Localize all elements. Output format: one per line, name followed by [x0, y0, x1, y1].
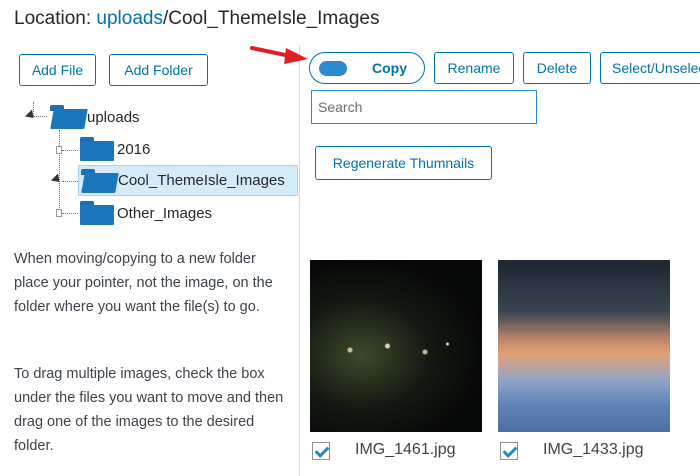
tree-connector: [62, 181, 78, 182]
expand-cool-themeisle-icon[interactable]: [50, 173, 64, 186]
tree-node-label: 2016: [117, 140, 151, 158]
file-checkbox[interactable]: [312, 442, 330, 460]
tree-node-cool-themeisle-images[interactable]: Cool_ThemeIsle_Images: [78, 165, 298, 196]
file-name: IMG_1433.jpg: [543, 441, 644, 458]
add-file-button[interactable]: Add File: [19, 54, 96, 86]
location-root-link[interactable]: uploads: [96, 8, 163, 29]
expander-2016-icon[interactable]: [56, 146, 62, 154]
copy-toggle[interactable]: Copy: [309, 52, 425, 84]
regenerate-thumbnails-button[interactable]: Regenerate Thumnails: [315, 146, 492, 180]
tree-connector: [62, 213, 78, 214]
copy-toggle-label: Copy: [372, 60, 407, 76]
add-folder-button[interactable]: Add Folder: [109, 54, 208, 86]
tree-node-label: Cool_ThemeIsle_Images: [118, 172, 285, 189]
expand-uploads-icon[interactable]: [24, 109, 38, 122]
thumbnail-lights: [320, 330, 470, 370]
select-unselect-button[interactable]: Select/Unselect: [600, 52, 700, 84]
location-label: Location:: [14, 8, 92, 29]
folder-icon: [80, 137, 114, 161]
folder-icon: [80, 201, 114, 225]
image-thumbnail-night-city[interactable]: [310, 260, 482, 432]
tree-node-label: uploads: [87, 108, 140, 126]
file-checkbox[interactable]: [500, 442, 518, 460]
tree-node-other-images[interactable]: Other_Images: [80, 200, 212, 226]
location-path: /Cool_ThemeIsle_Images: [162, 8, 380, 29]
toggle-switch-icon[interactable]: [319, 61, 347, 76]
tree-node-label: Other_Images: [117, 204, 213, 222]
tree-connector: [59, 130, 60, 214]
help-text-drag: To drag multiple images, check the box u…: [14, 366, 284, 454]
tree-node-2016[interactable]: 2016: [80, 136, 150, 162]
delete-button[interactable]: Delete: [523, 52, 591, 84]
rename-button[interactable]: Rename: [434, 52, 514, 84]
folder-open-icon: [50, 105, 84, 129]
file-name: IMG_1461.jpg: [355, 441, 456, 458]
thumbnail-shore: [498, 260, 670, 312]
red-arrow-icon: [250, 46, 308, 64]
expander-other-images-icon[interactable]: [56, 209, 62, 217]
image-thumbnail-sunset-water[interactable]: [498, 260, 670, 432]
tree-node-uploads[interactable]: uploads: [50, 104, 140, 130]
folder-open-icon: [81, 168, 115, 193]
location-heading: Location: uploads/Cool_ThemeIsle_Images: [14, 8, 379, 30]
tree-connector: [62, 150, 78, 151]
panel-divider: [299, 45, 300, 476]
search-input[interactable]: [311, 90, 537, 124]
help-text-moving: When moving/copying to a new folder plac…: [14, 251, 273, 315]
